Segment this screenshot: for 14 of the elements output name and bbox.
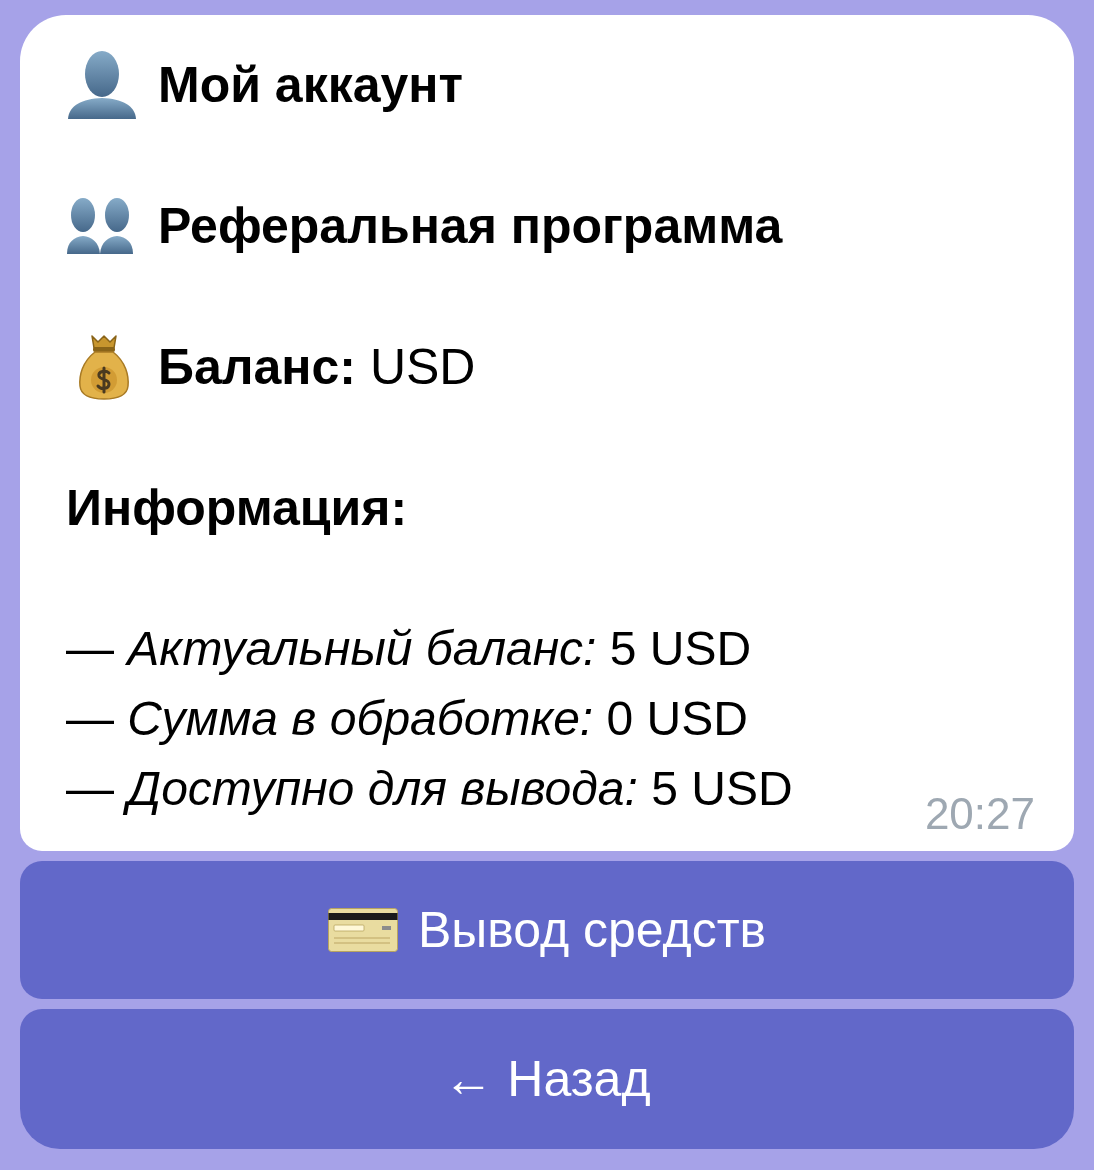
two-people-icon xyxy=(66,198,134,254)
info-heading: Информация: xyxy=(66,479,408,538)
account-heading: Мой аккаунт xyxy=(158,56,463,115)
info-line: — Доступно для вывода: 5 USD xyxy=(66,761,793,817)
person-silhouette-icon xyxy=(66,51,138,119)
info-line: — Сумма в обработке: 0 USD xyxy=(66,691,749,747)
withdraw-button[interactable]: Вывод средств xyxy=(20,861,1074,999)
back-button[interactable]: ← Назад xyxy=(20,1009,1074,1149)
balance-line: Баланс: USD xyxy=(158,338,476,397)
message-time: 20:27 xyxy=(924,792,1035,836)
money-bag-icon xyxy=(78,334,130,400)
referral-heading: Реферальная программа xyxy=(158,197,783,256)
credit-card-icon xyxy=(327,908,398,952)
info-line: — Актуальный баланс: 5 USD xyxy=(66,621,753,677)
